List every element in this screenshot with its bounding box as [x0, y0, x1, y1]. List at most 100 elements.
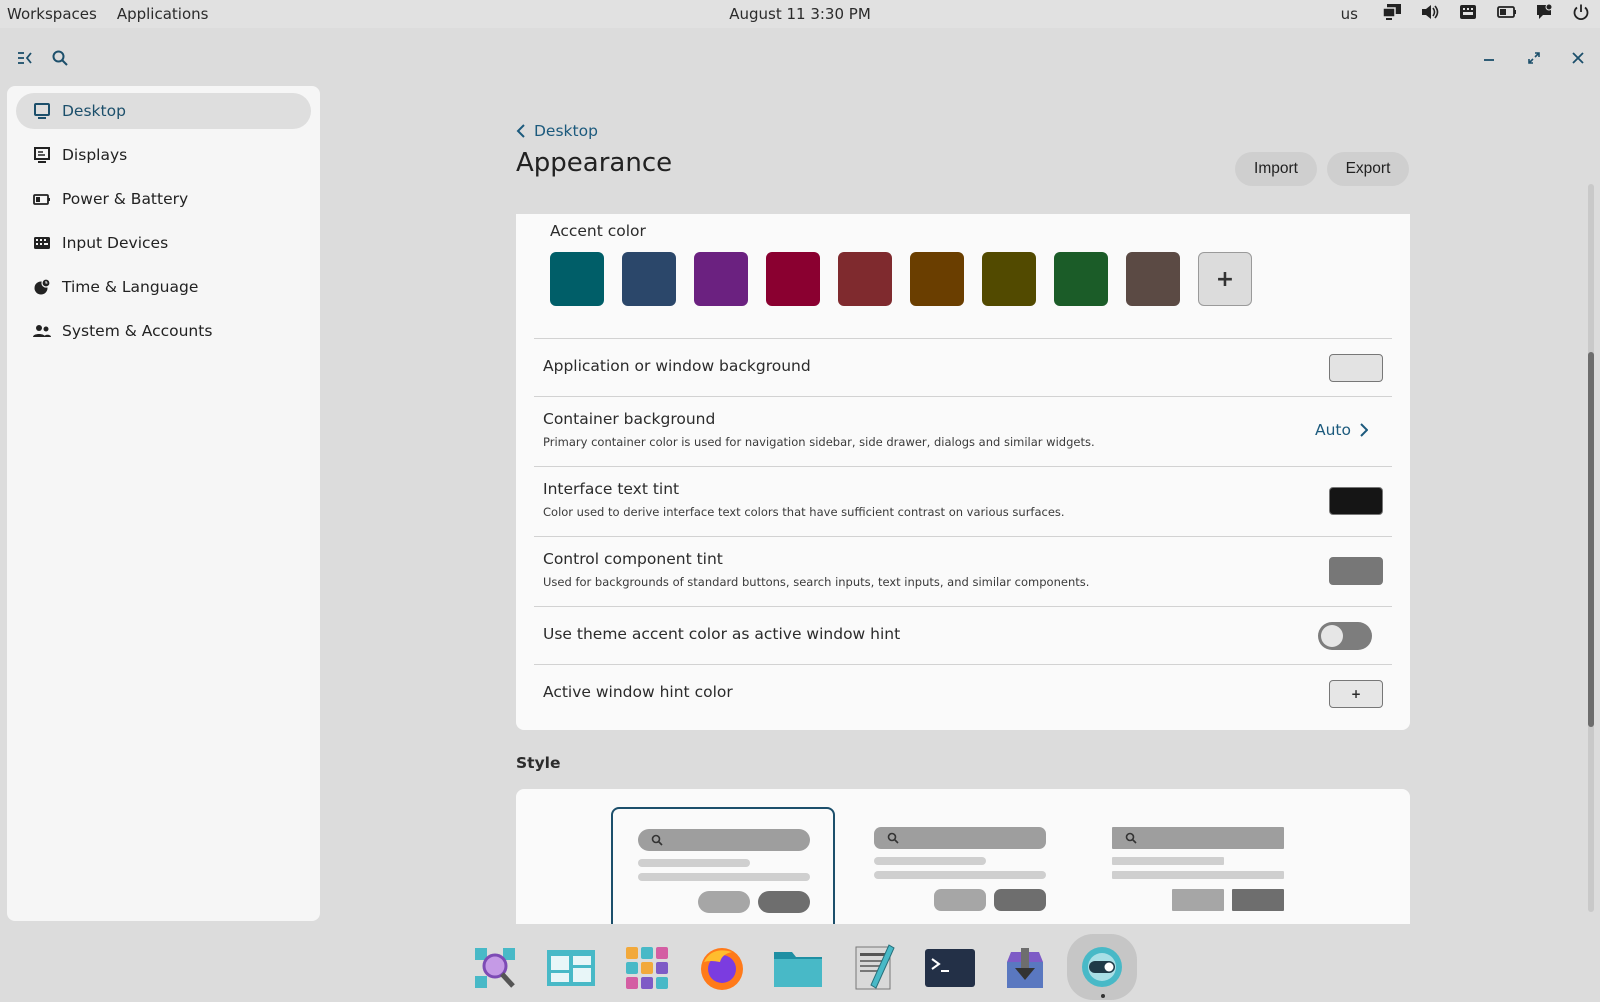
window-background-color-button[interactable] — [1329, 354, 1383, 382]
sidebar-item-label: Time & Language — [62, 278, 199, 296]
content-pane: Desktop Appearance Import Export Accent … — [516, 86, 1411, 924]
keyboard-icon — [32, 233, 52, 253]
store-icon[interactable] — [999, 942, 1051, 994]
notification-icon[interactable] — [1534, 3, 1556, 25]
window-background-row: Application or window background — [534, 338, 1392, 396]
monitor-icon — [32, 101, 52, 121]
theme-hint-toggle[interactable] — [1318, 622, 1372, 650]
workspaces-icon[interactable] — [545, 942, 597, 994]
settings-window: Desktop Displays Power & Battery Input D… — [0, 28, 1600, 933]
accent-swatch-8[interactable] — [1054, 252, 1108, 306]
text-tint-row: Interface text tint Color used to derive… — [534, 466, 1392, 536]
accent-swatch-6[interactable] — [910, 252, 964, 306]
keyboard-layout-indicator[interactable]: us — [1341, 5, 1358, 23]
control-tint-color-button[interactable] — [1329, 557, 1383, 585]
add-accent-color-button[interactable]: + — [1198, 252, 1252, 306]
sidebar-item-displays[interactable]: Displays — [16, 137, 311, 173]
close-button[interactable] — [1566, 46, 1590, 70]
volume-icon[interactable] — [1420, 3, 1442, 25]
search-icon — [1125, 832, 1137, 844]
displays-icon — [32, 145, 52, 165]
text-tint-label: Interface text tint — [543, 480, 680, 498]
style-option-round[interactable] — [611, 807, 835, 924]
accent-swatches: + — [550, 252, 1252, 306]
maximize-button[interactable] — [1522, 46, 1546, 70]
control-tint-description: Used for backgrounds of standard buttons… — [543, 575, 1090, 589]
dock — [0, 932, 1600, 1002]
battery-icon[interactable] — [1496, 3, 1518, 25]
hint-color-label: Active window hint color — [543, 683, 733, 701]
accent-swatch-4[interactable] — [766, 252, 820, 306]
container-background-description: Primary container color is used for navi… — [543, 435, 1095, 449]
text-tint-description: Color used to derive interface text colo… — [543, 505, 1065, 519]
sidebar-toggle-button[interactable] — [13, 46, 37, 70]
style-option-slightly-round[interactable] — [849, 807, 1073, 924]
style-section-title: Style — [516, 754, 561, 772]
files-icon[interactable] — [772, 942, 824, 994]
accent-swatch-9[interactable] — [1126, 252, 1180, 306]
accent-swatch-1[interactable] — [550, 252, 604, 306]
close-icon — [1572, 52, 1584, 64]
sidebar-item-power-battery[interactable]: Power & Battery — [16, 181, 311, 217]
users-icon — [32, 321, 52, 341]
breadcrumb[interactable]: Desktop — [516, 122, 598, 140]
text-tint-color-button[interactable] — [1329, 487, 1383, 515]
workspaces-button[interactable]: Workspaces — [7, 5, 97, 23]
power-icon[interactable] — [1572, 3, 1594, 25]
breadcrumb-desktop[interactable]: Desktop — [534, 122, 598, 140]
applications-button[interactable]: Applications — [117, 5, 209, 23]
top-panel: Workspaces Applications August 11 3:30 P… — [0, 0, 1600, 28]
appearance-card: Accent color + Application or window bac… — [516, 214, 1410, 730]
sidebar-item-label: Power & Battery — [62, 190, 189, 208]
sidebar-item-label: System & Accounts — [62, 322, 213, 340]
container-background-label: Container background — [543, 410, 716, 428]
settings-icon[interactable] — [1067, 934, 1137, 1000]
chevron-left-icon — [516, 124, 525, 138]
import-button[interactable]: Import — [1235, 152, 1317, 186]
keyboard-icon[interactable] — [1458, 3, 1480, 25]
accent-color-title: Accent color — [550, 222, 646, 240]
chevron-right-icon — [1360, 423, 1368, 437]
launcher-icon[interactable] — [469, 942, 521, 994]
sidebar-item-label: Desktop — [62, 102, 126, 120]
minimize-button[interactable] — [1477, 46, 1501, 70]
search-button[interactable] — [48, 46, 72, 70]
accent-swatch-5[interactable] — [838, 252, 892, 306]
accent-swatch-2[interactable] — [622, 252, 676, 306]
sidebar-item-system-accounts[interactable]: System & Accounts — [16, 313, 311, 349]
container-background-auto[interactable]: Auto — [1315, 421, 1368, 439]
sidebar-item-time-language[interactable]: Time & Language — [16, 269, 311, 305]
firefox-icon[interactable] — [696, 942, 748, 994]
sidebar-item-label: Displays — [62, 146, 128, 164]
app-grid-icon[interactable] — [621, 942, 673, 994]
text-editor-icon[interactable] — [848, 942, 900, 994]
battery-icon — [32, 189, 52, 209]
scrollbar-thumb[interactable] — [1588, 352, 1594, 727]
page-title: Appearance — [516, 148, 673, 178]
toggle-knob — [1321, 625, 1343, 647]
accent-swatch-3[interactable] — [694, 252, 748, 306]
window-background-label: Application or window background — [543, 357, 811, 375]
minimize-icon — [1484, 59, 1494, 61]
header-bar — [0, 28, 1600, 88]
terminal-icon[interactable] — [924, 942, 976, 994]
accent-swatch-7[interactable] — [982, 252, 1036, 306]
style-card — [516, 789, 1410, 924]
theme-hint-row: Use theme accent color as active window … — [534, 606, 1392, 664]
hint-color-add-button[interactable]: + — [1329, 680, 1383, 708]
search-icon — [52, 50, 68, 66]
control-tint-row: Control component tint Used for backgrou… — [534, 536, 1392, 606]
theme-hint-label: Use theme accent color as active window … — [543, 625, 901, 643]
sidebar-item-input-devices[interactable]: Input Devices — [16, 225, 311, 261]
settings-scroll-area[interactable]: Accent color + Application or window bac… — [516, 214, 1411, 924]
search-icon — [651, 834, 663, 846]
vertical-scrollbar[interactable] — [1588, 184, 1594, 912]
control-tint-label: Control component tint — [543, 550, 723, 568]
sidebar-item-desktop[interactable]: Desktop — [16, 93, 311, 129]
export-button[interactable]: Export — [1327, 152, 1409, 186]
display-icon[interactable] — [1382, 3, 1404, 25]
sidebar-item-label: Input Devices — [62, 234, 169, 252]
container-background-row[interactable]: Container background Primary container c… — [534, 396, 1392, 466]
style-option-square[interactable] — [1087, 807, 1311, 924]
sidebar: Desktop Displays Power & Battery Input D… — [7, 86, 320, 921]
